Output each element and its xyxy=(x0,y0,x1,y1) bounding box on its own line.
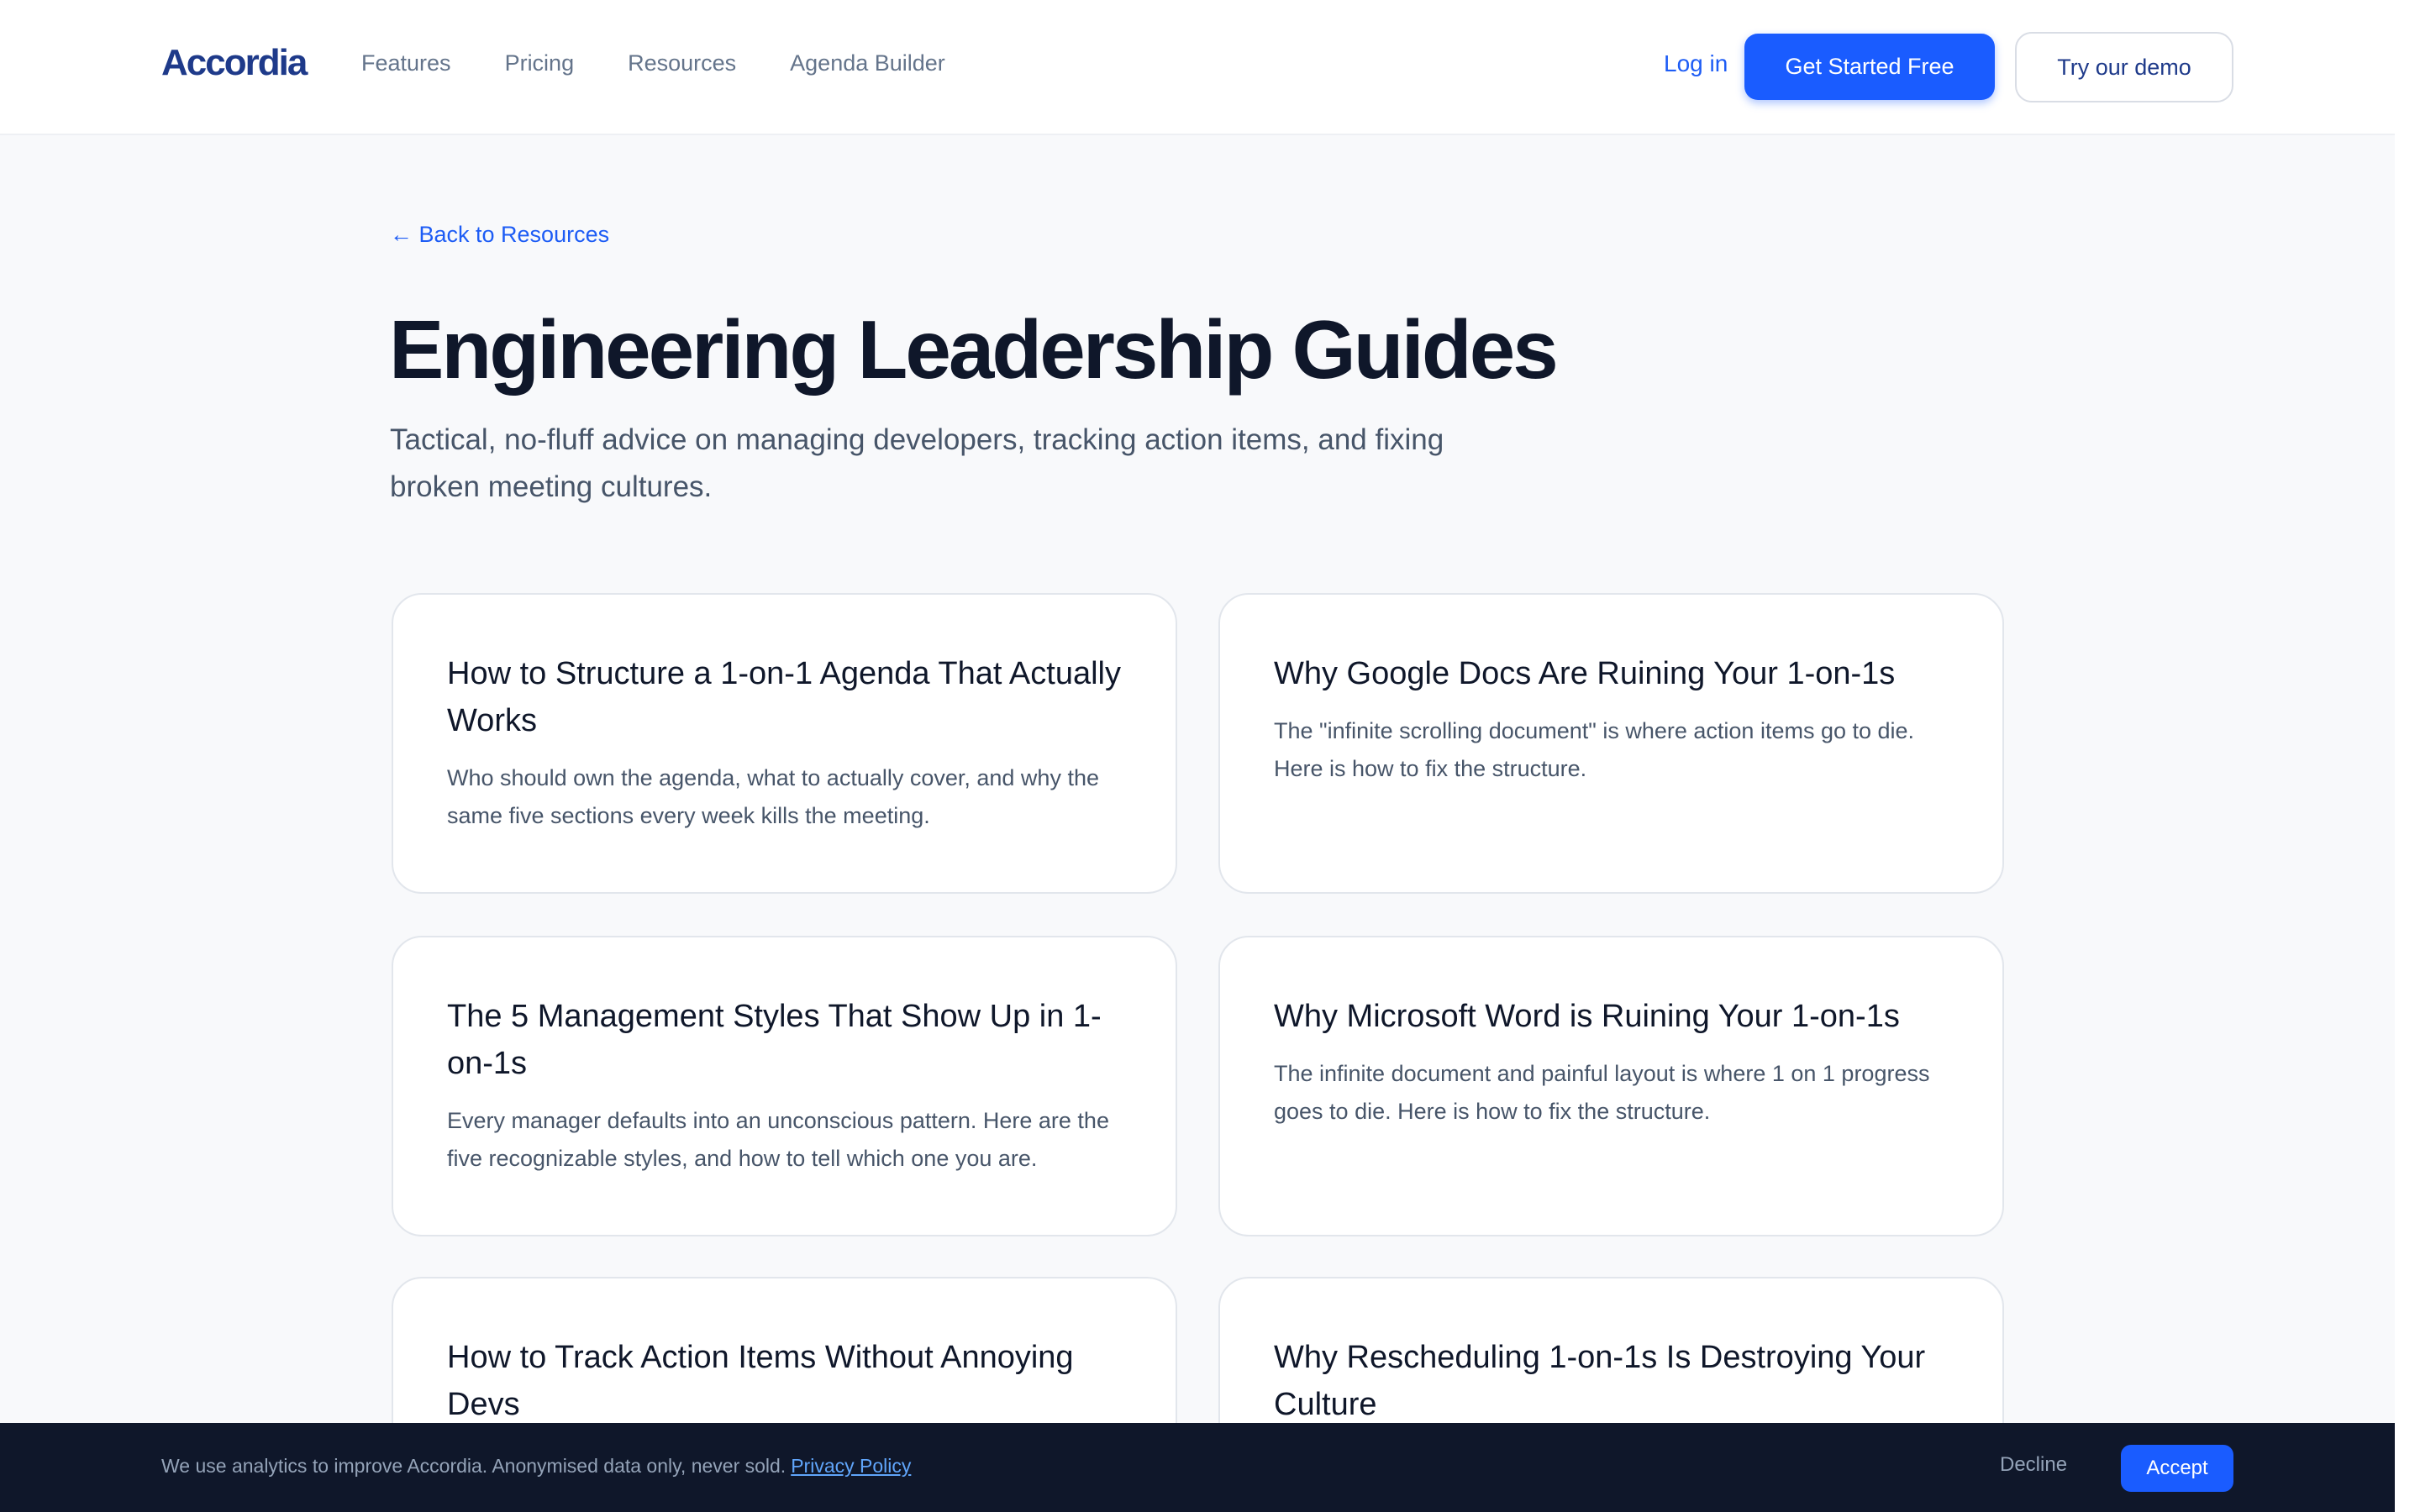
article-title: The 5 Management Styles That Show Up in … xyxy=(447,999,1102,1081)
article-card[interactable]: Why Microsoft Word is Ruining Your 1-on-… xyxy=(1218,936,2004,1236)
logo[interactable]: Accordia xyxy=(161,42,308,84)
article-title: How to Structure a 1-on-1 Agenda That Ac… xyxy=(447,656,1121,738)
article-description: Who should own the agenda, what to actua… xyxy=(447,765,1099,828)
login-link[interactable]: Log in xyxy=(1664,50,1728,77)
nav-resources[interactable]: Resources xyxy=(628,50,736,76)
article-title: Why Google Docs Are Ruining Your 1-on-1s xyxy=(1274,656,1896,691)
privacy-policy-link[interactable]: Privacy Policy xyxy=(791,1455,911,1477)
article-description: The infinite document and painful layout… xyxy=(1274,1061,1930,1124)
article-card[interactable]: How to Structure a 1-on-1 Agenda That Ac… xyxy=(392,593,1177,894)
cookie-message: We use analytics to improve Accordia. An… xyxy=(161,1455,911,1478)
cookie-banner: We use analytics to improve Accordia. An… xyxy=(0,1423,2395,1512)
accept-button[interactable]: Accept xyxy=(2121,1445,2233,1492)
article-title: Why Rescheduling 1-on-1s Is Destroying Y… xyxy=(1274,1340,1926,1422)
page-subtitle: Tactical, no-fluff advice on managing de… xyxy=(390,423,1444,503)
article-card[interactable]: The 5 Management Styles That Show Up in … xyxy=(392,936,1177,1236)
article-card[interactable]: Why Google Docs Are Ruining Your 1-on-1s… xyxy=(1218,593,2004,894)
site-header: Accordia Features Pricing Resources Agen… xyxy=(0,0,2395,135)
decline-button[interactable]: Decline xyxy=(2000,1453,2067,1477)
nav-features[interactable]: Features xyxy=(361,50,451,76)
back-to-resources-link[interactable]: ← Back to Resources xyxy=(390,222,609,248)
scrollbar[interactable] xyxy=(2395,0,2420,1512)
main-nav: Features Pricing Resources Agenda Builde… xyxy=(361,50,999,76)
nav-pricing[interactable]: Pricing xyxy=(505,50,575,76)
cookie-text: We use analytics to improve Accordia. An… xyxy=(161,1455,786,1477)
article-title: Why Microsoft Word is Ruining Your 1-on-… xyxy=(1274,999,1900,1034)
article-description: The "infinite scrolling document" is whe… xyxy=(1274,718,1915,781)
article-description: Every manager defaults into an unconscio… xyxy=(447,1108,1109,1171)
try-demo-button[interactable]: Try our demo xyxy=(2015,32,2233,102)
article-title: How to Track Action Items Without Annoyi… xyxy=(447,1340,1074,1422)
get-started-button[interactable]: Get Started Free xyxy=(1744,34,1995,100)
page-title: Engineering Leadership Guides xyxy=(389,303,1559,396)
nav-agenda-builder[interactable]: Agenda Builder xyxy=(790,50,945,76)
